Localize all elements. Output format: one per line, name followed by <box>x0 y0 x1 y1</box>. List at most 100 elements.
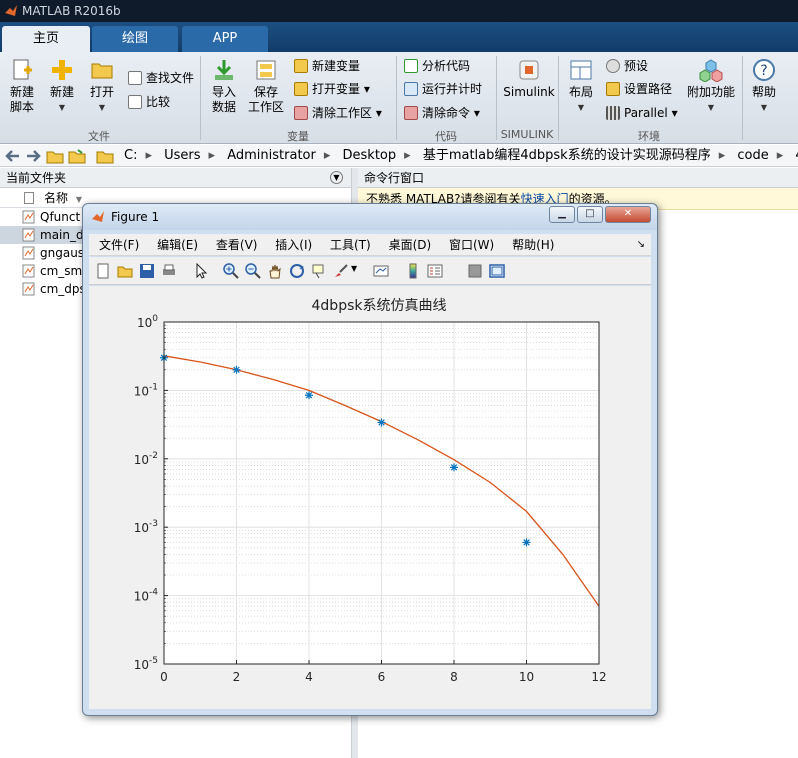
import-data-button[interactable]: 导入 数据 <box>206 58 242 115</box>
menu-desktop[interactable]: 桌面(D) <box>389 238 432 252</box>
dock-arrow-icon[interactable]: ↘ <box>637 234 645 256</box>
breadcrumb-item[interactable]: code <box>737 148 768 163</box>
new-label: 新建 <box>49 85 74 99</box>
legend-icon[interactable] <box>427 263 443 279</box>
file-name: cm_dps <box>40 282 86 296</box>
forward-arrow-icon[interactable] <box>24 147 42 165</box>
menu-window[interactable]: 窗口(W) <box>449 238 494 252</box>
layout-dropdown-icon[interactable]: ▼ <box>564 100 598 115</box>
pointer-icon[interactable] <box>193 263 209 279</box>
folder-open-icon <box>91 63 113 79</box>
open-dropdown-icon[interactable]: ▼ <box>84 100 120 115</box>
save-workspace-button[interactable]: 保存 工作区 <box>246 58 286 115</box>
open-button[interactable]: 打开 ▼ <box>84 58 120 115</box>
clear-workspace-button[interactable]: 清除工作区 ▾ <box>294 105 382 121</box>
clear-commands-icon <box>404 106 418 120</box>
simulink-button[interactable]: Simulink <box>500 58 558 100</box>
matlab-logo-icon <box>92 211 104 222</box>
x-tick-label: 0 <box>160 670 168 684</box>
open-variable-button[interactable]: 打开变量 ▾ <box>294 81 370 97</box>
clear-commands-button[interactable]: 清除命令 ▾ <box>404 105 480 121</box>
new-variable-button[interactable]: 新建变量 <box>294 58 360 74</box>
compare-button[interactable]: 比较 <box>128 94 170 110</box>
breadcrumb-item[interactable]: C: <box>124 148 137 163</box>
addons-dropdown-icon[interactable]: ▼ <box>686 100 736 115</box>
show-plot-tools-icon[interactable] <box>489 263 505 279</box>
help-dropdown-icon[interactable]: ▼ <box>748 100 780 115</box>
parallel-dropdown-icon[interactable]: ▾ <box>672 106 678 120</box>
browse-folder-icon[interactable] <box>68 147 86 165</box>
new-script-button[interactable]: 新建 脚本 <box>4 58 40 115</box>
run-and-time-icon <box>404 82 418 96</box>
data-cursor-icon[interactable] <box>311 263 327 279</box>
layout-button[interactable]: 布局 ▼ <box>564 58 598 115</box>
import-icon <box>215 60 233 80</box>
set-path-button[interactable]: 设置路径 <box>606 81 672 97</box>
root-folder-icon[interactable] <box>96 147 114 165</box>
find-files-button[interactable]: 查找文件 <box>128 70 194 86</box>
tab-plots[interactable]: 绘图 <box>92 26 178 52</box>
set-path-icon <box>606 82 620 96</box>
matlab-title-bar: MATLAB R2016b <box>0 0 798 22</box>
zoom-in-icon[interactable] <box>223 263 239 279</box>
run-and-time-button[interactable]: 运行并计时 <box>404 81 482 97</box>
open-variable-dropdown-icon[interactable]: ▾ <box>364 82 370 96</box>
addons-button[interactable]: 附加功能 ▼ <box>686 58 736 115</box>
save-icon[interactable] <box>139 263 155 279</box>
preferences-button[interactable]: 预设 <box>606 58 648 74</box>
simulink-icon <box>519 60 539 80</box>
colorbar-icon[interactable] <box>405 263 421 279</box>
ribbon-separator <box>742 56 743 140</box>
panel-actions-icon[interactable]: ▼ <box>330 171 343 184</box>
link-plot-icon[interactable] <box>373 263 389 279</box>
data-point-marker <box>377 418 386 427</box>
up-folder-icon[interactable] <box>46 147 64 165</box>
rotate-3d-icon[interactable] <box>289 263 305 279</box>
figure-menu-bar: 文件(F) 编辑(E) 查看(V) 插入(I) 工具(T) 桌面(D) 窗口(W… <box>89 234 651 256</box>
help-button[interactable]: ? 帮助 ▼ <box>748 58 780 115</box>
figure-window: Figure 1 ▁ □ ✕ 文件(F) 编辑(E) 查看(V) 插入(I) 工… <box>82 203 658 716</box>
print-icon[interactable] <box>161 263 177 279</box>
close-button[interactable]: ✕ <box>605 206 651 223</box>
new-figure-icon[interactable] <box>95 263 111 279</box>
open-file-icon[interactable] <box>117 263 133 279</box>
menu-help[interactable]: 帮助(H) <box>512 238 554 252</box>
new-dropdown-icon[interactable]: ▼ <box>44 100 80 115</box>
menu-tools[interactable]: 工具(T) <box>330 238 371 252</box>
current-folder-header: 当前文件夹 ▼ <box>0 168 351 188</box>
menu-edit[interactable]: 编辑(E) <box>157 238 198 252</box>
menu-view[interactable]: 查看(V) <box>216 238 258 252</box>
analyze-code-button[interactable]: 分析代码 <box>404 58 470 74</box>
clear-commands-dropdown-icon[interactable]: ▾ <box>474 106 480 120</box>
sort-arrow-icon[interactable]: ▼ <box>76 195 82 204</box>
back-arrow-icon[interactable] <box>4 147 22 165</box>
parallel-button[interactable]: Parallel ▾ <box>606 105 678 121</box>
clear-workspace-dropdown-icon[interactable]: ▾ <box>376 106 382 120</box>
breadcrumb-item[interactable]: Users <box>164 148 200 163</box>
brush-icon[interactable] <box>333 263 349 279</box>
breadcrumb[interactable]: C: ▸ Users ▸ Administrator ▸ Desktop ▸ 基于mat… <box>124 145 798 167</box>
maximize-button[interactable]: □ <box>577 206 603 223</box>
hide-plot-tools-icon[interactable] <box>467 263 483 279</box>
brush-dropdown-icon[interactable]: ▼ <box>351 264 357 273</box>
menu-file[interactable]: 文件(F) <box>99 238 139 252</box>
tab-home[interactable]: 主页 <box>2 26 90 52</box>
name-column-label: 名称 <box>44 191 69 205</box>
minimize-button[interactable]: ▁ <box>549 206 575 223</box>
clear-workspace-icon <box>294 106 308 120</box>
breadcrumb-chevron-icon: ▸ <box>208 148 216 163</box>
plot-area[interactable]: 4dbpsk系统仿真曲线 0 2 4 6 8 10 12 100 10-1 10-2 10-3 10-… <box>89 286 651 709</box>
breadcrumb-item[interactable]: Administrator <box>227 148 316 163</box>
zoom-out-icon[interactable] <box>245 263 261 279</box>
breadcrumb-item[interactable]: Desktop <box>343 148 397 163</box>
code-group-label: 代码 <box>435 130 457 143</box>
breadcrumb-item[interactable]: 基于matlab编程4dbpsk系统的设计实现源码程序 <box>423 148 711 163</box>
pan-hand-icon[interactable] <box>267 263 283 279</box>
clear-workspace-label: 清除工作区 <box>312 106 373 120</box>
menu-insert[interactable]: 插入(I) <box>275 238 312 252</box>
minimize-icon: ▁ <box>558 208 566 219</box>
save-workspace-icon <box>256 60 276 80</box>
new-button[interactable]: 新建 ▼ <box>44 58 80 115</box>
x-tick-label: 8 <box>450 670 458 684</box>
tab-apps[interactable]: APP <box>182 26 268 52</box>
